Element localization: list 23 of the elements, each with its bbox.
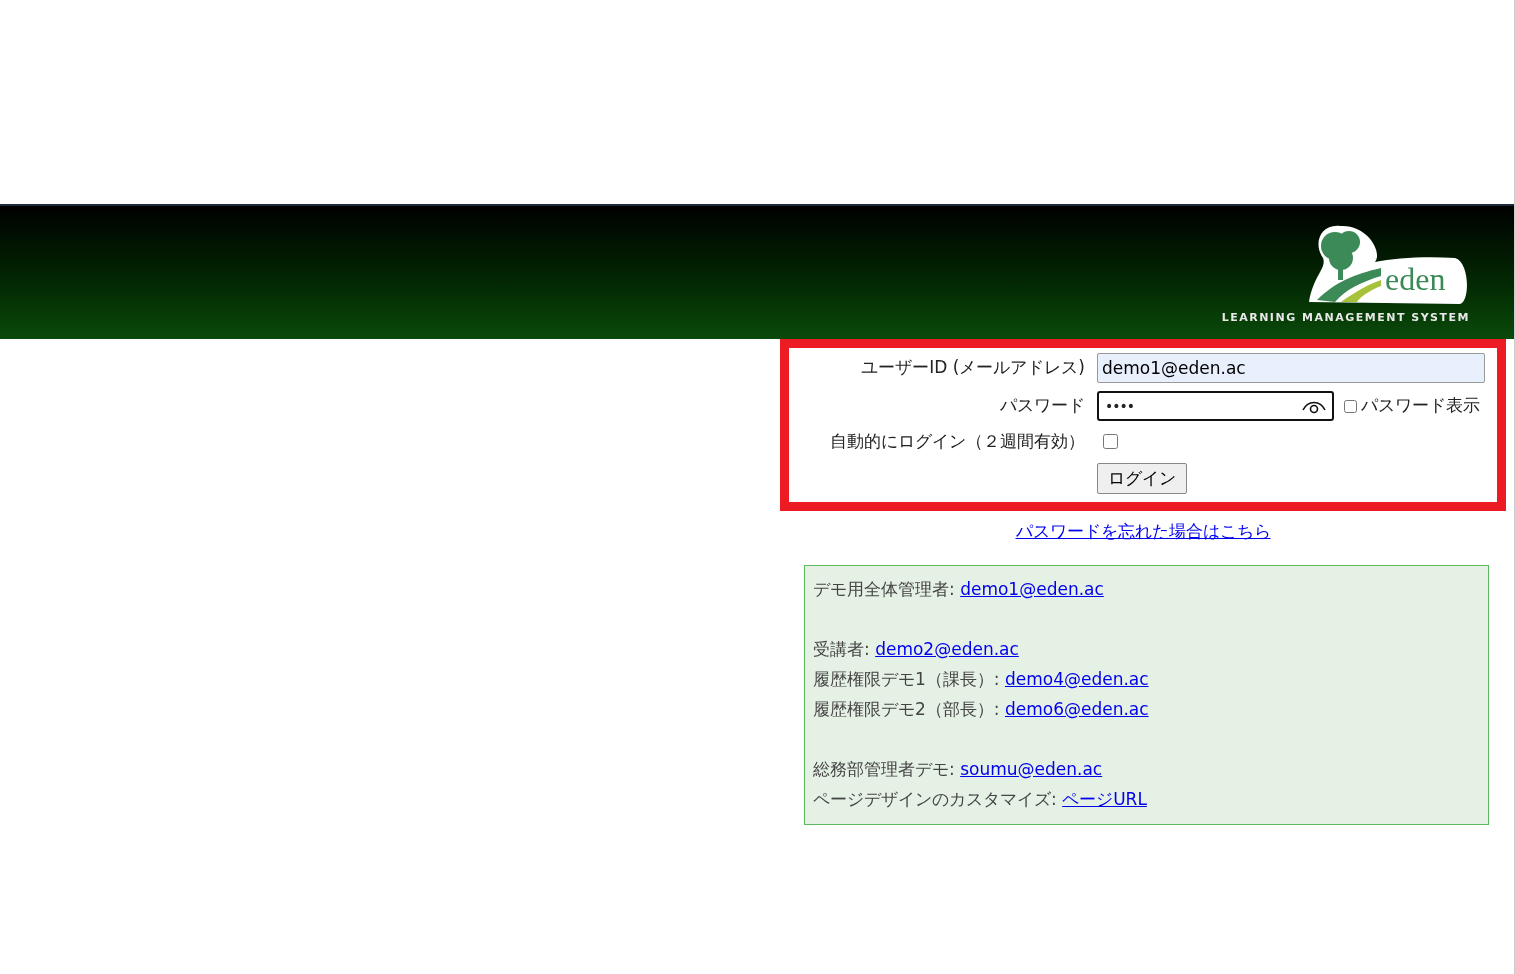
account-label: デモ用全体管理者:	[813, 578, 956, 599]
account-link[interactable]: ページURL	[1062, 788, 1147, 809]
account-label: 履歴権限デモ2（部長）:	[813, 698, 1001, 719]
account-link[interactable]: soumu@eden.ac	[960, 758, 1103, 779]
account-label: 総務部管理者デモ:	[813, 758, 956, 779]
login-button[interactable]: ログイン	[1097, 462, 1187, 494]
account-link[interactable]: demo4@eden.ac	[1004, 668, 1149, 689]
field-label: ユーザーID (メールアドレス)	[860, 356, 1085, 380]
password-field[interactable]: ••••	[1097, 391, 1334, 421]
account-label: ページデザインのカスタマイズ:	[813, 788, 1058, 809]
show-password-checkbox[interactable]	[1344, 399, 1357, 413]
tagline: LEARNING MANAGEMENT SYSTEM	[1221, 310, 1470, 326]
account-link[interactable]: demo2@eden.ac	[875, 638, 1019, 659]
forgot-password-link[interactable]: パスワードを忘れた場合はこちら	[1015, 521, 1271, 541]
field-label: パスワード	[999, 394, 1085, 418]
auto-login-checkbox[interactable]	[1103, 434, 1118, 450]
checkbox-label: パスワード表示	[1361, 394, 1480, 418]
field-label: 自動的にログイン（２週間有効）	[829, 430, 1085, 453]
user-id-field[interactable]: demo1@eden.ac	[1097, 353, 1485, 383]
account-link[interactable]: demo6@eden.ac	[1004, 698, 1149, 719]
account-label: 受講者:	[813, 638, 871, 659]
account-label: 履歴権限デモ1（課長）:	[813, 668, 1001, 689]
account-link[interactable]: demo1@eden.ac	[960, 578, 1104, 599]
